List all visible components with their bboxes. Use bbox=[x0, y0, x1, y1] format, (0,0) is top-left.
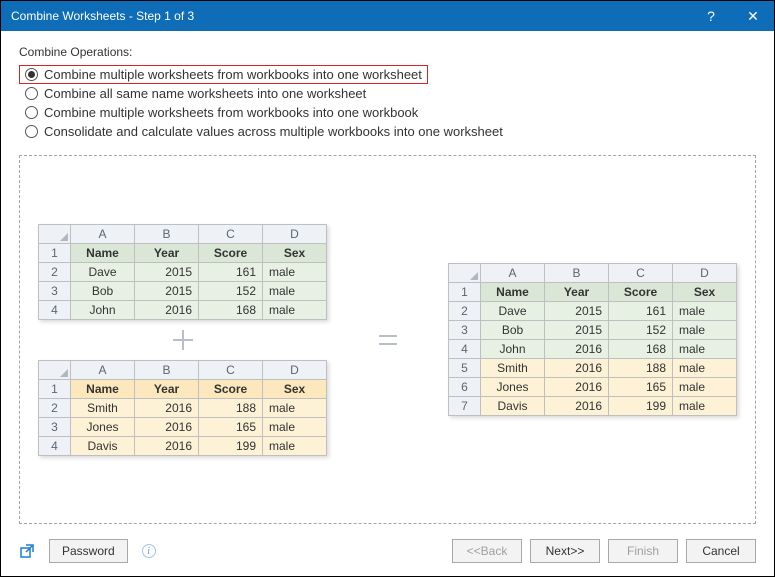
dialog-window: Combine Worksheets - Step 1 of 3 ? ✕ Com… bbox=[0, 0, 775, 577]
radio-icon bbox=[25, 68, 38, 81]
option-label: Combine all same name worksheets into on… bbox=[44, 86, 366, 101]
plus-icon bbox=[169, 326, 197, 354]
external-link-icon[interactable] bbox=[19, 543, 35, 559]
window-title: Combine Worksheets - Step 1 of 3 bbox=[11, 9, 690, 23]
back-button[interactable]: <<Back bbox=[452, 539, 522, 563]
option-label: Consolidate and calculate values across … bbox=[44, 124, 503, 139]
source-tables: A B C D 1 Name Year Score Sex 2Dave20151… bbox=[38, 224, 327, 456]
option-combine-multiple-into-one-worksheet[interactable]: Combine multiple worksheets from workboo… bbox=[19, 65, 428, 84]
finish-button[interactable]: Finish bbox=[608, 539, 678, 563]
source-table-2: A B C D 1 Name Year Score Sex 2Smith2016… bbox=[38, 360, 327, 456]
next-button[interactable]: Next>> bbox=[530, 539, 600, 563]
option-label: Combine multiple worksheets from workboo… bbox=[44, 105, 418, 120]
option-combine-same-name[interactable]: Combine all same name worksheets into on… bbox=[19, 84, 756, 103]
radio-icon bbox=[25, 125, 38, 138]
footer-bar: Password i <<Back Next>> Finish Cancel bbox=[1, 534, 774, 576]
close-button[interactable]: ✕ bbox=[732, 1, 774, 31]
option-consolidate-values[interactable]: Consolidate and calculate values across … bbox=[19, 122, 756, 141]
content-area: Combine Operations: Combine multiple wor… bbox=[1, 31, 774, 534]
result-table: A B C D 1 Name Year Score Sex 2Dave20151… bbox=[448, 263, 737, 416]
info-icon[interactable]: i bbox=[142, 544, 156, 558]
password-button[interactable]: Password bbox=[49, 539, 128, 563]
preview-panel: A B C D 1 Name Year Score Sex 2Dave20151… bbox=[19, 155, 756, 524]
radio-icon bbox=[25, 87, 38, 100]
section-label: Combine Operations: bbox=[19, 45, 756, 59]
cancel-button[interactable]: Cancel bbox=[686, 539, 756, 563]
option-label: Combine multiple worksheets from workboo… bbox=[44, 67, 422, 82]
title-bar: Combine Worksheets - Step 1 of 3 ? ✕ bbox=[1, 1, 774, 31]
help-button[interactable]: ? bbox=[690, 1, 732, 31]
equals-icon bbox=[373, 325, 403, 355]
option-combine-into-one-workbook[interactable]: Combine multiple worksheets from workboo… bbox=[19, 103, 756, 122]
radio-icon bbox=[25, 106, 38, 119]
source-table-1: A B C D 1 Name Year Score Sex 2Dave20151… bbox=[38, 224, 327, 320]
